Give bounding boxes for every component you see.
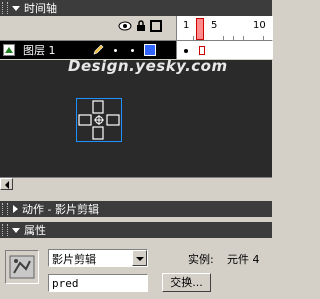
ruler-label-10: 10	[253, 20, 266, 31]
watermark-text: Design.yesky.com	[68, 60, 228, 75]
outline-icon[interactable]	[150, 20, 162, 32]
stage-area[interactable]: Design.yesky.com	[0, 60, 272, 177]
frame-end-marker	[199, 46, 205, 55]
lock-icon[interactable]	[136, 20, 146, 32]
arrow-left-icon	[5, 181, 9, 189]
layer-row[interactable]: 图层 1	[0, 41, 176, 59]
swap-button-label: 交换...	[170, 276, 203, 289]
timeline-panel-header[interactable]: 时间轴	[0, 0, 272, 16]
scroll-left-button[interactable]	[0, 178, 13, 190]
layer-color-swatch[interactable]	[143, 44, 156, 56]
panel-grip[interactable]	[2, 224, 8, 236]
properties-body: 影片剪辑 实例: 元件 4 交换...	[0, 238, 272, 299]
movieclip-icon	[9, 255, 35, 279]
ruler-label-1: 1	[183, 20, 190, 31]
layer-name[interactable]: 图层 1	[23, 42, 56, 58]
layer-frames[interactable]	[176, 41, 273, 59]
eye-icon[interactable]	[118, 21, 132, 31]
actions-title: 动作 - 影片剪辑	[22, 203, 99, 216]
keyframe-icon[interactable]	[184, 49, 188, 53]
symbol-type-select[interactable]: 影片剪辑	[48, 249, 148, 267]
timeline-title: 时间轴	[24, 2, 57, 15]
horizontal-scrollbar[interactable]	[0, 177, 272, 193]
visible-dot-icon[interactable]	[113, 48, 117, 52]
symbol-type-value: 影片剪辑	[52, 253, 96, 266]
panel-separator	[0, 192, 272, 201]
instance-symbol-name: 元件 4	[227, 253, 260, 266]
instance-name-input[interactable]	[48, 274, 148, 292]
pencil-icon	[93, 44, 103, 55]
chevron-down-icon	[136, 257, 144, 261]
actions-panel-header[interactable]: 动作 - 影片剪辑	[0, 201, 272, 217]
collapse-arrow-icon[interactable]	[12, 227, 20, 233]
panel-grip[interactable]	[2, 2, 8, 14]
collapse-arrow-icon[interactable]	[12, 5, 20, 11]
properties-title: 属性	[24, 224, 46, 237]
instance-label: 实例:	[188, 253, 214, 266]
selected-movieclip[interactable]	[76, 98, 122, 142]
layer-icon	[3, 44, 15, 56]
swap-button[interactable]: 交换...	[162, 273, 211, 292]
expand-arrow-icon[interactable]	[13, 205, 18, 213]
lock-dot-icon[interactable]	[130, 48, 134, 52]
properties-panel-header[interactable]: 属性	[0, 222, 272, 238]
ruler-label-5: 5	[211, 20, 218, 31]
symbol-icon-box	[5, 250, 39, 284]
dropdown-button[interactable]	[132, 250, 147, 266]
playhead[interactable]	[196, 18, 204, 40]
registration-point-icon[interactable]	[94, 115, 104, 125]
panel-grip[interactable]	[2, 203, 8, 215]
frame-ruler[interactable]: 1 5 10	[176, 16, 273, 40]
